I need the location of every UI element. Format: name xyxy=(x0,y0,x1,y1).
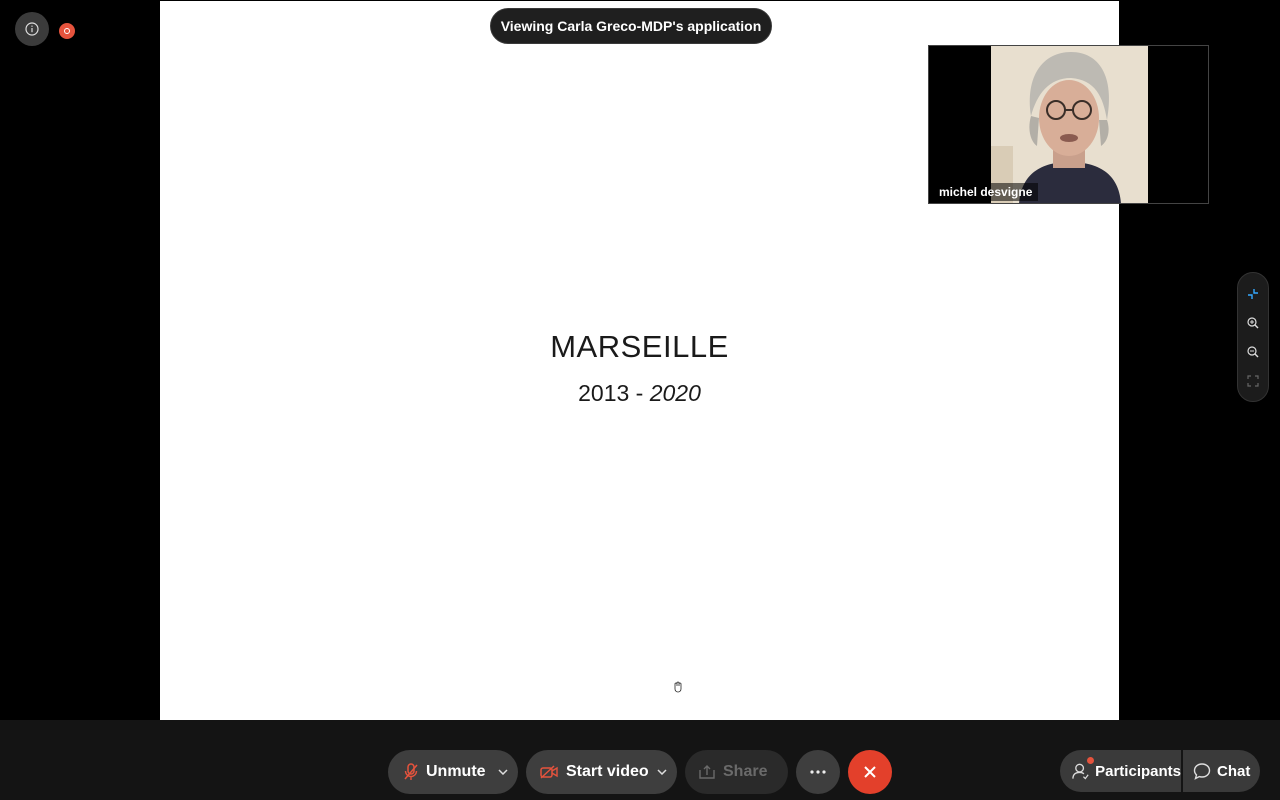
participant-name-label: michel desvigne xyxy=(933,183,1039,201)
participants-notification-badge xyxy=(1087,757,1094,764)
zoom-in-button[interactable] xyxy=(1242,312,1264,334)
participant-video-feed xyxy=(991,46,1148,203)
viewing-banner-text: Viewing Carla Greco-MDP's application xyxy=(500,18,762,34)
zoom-out-button[interactable] xyxy=(1242,341,1264,363)
participant-portrait xyxy=(991,46,1148,203)
more-options-button[interactable] xyxy=(796,750,840,794)
participants-icon xyxy=(1072,763,1089,780)
start-video-label: Start video xyxy=(566,763,649,780)
zoom-out-icon xyxy=(1247,345,1259,357)
info-button[interactable] xyxy=(15,12,49,46)
more-icon xyxy=(810,770,826,774)
participants-label: Participants xyxy=(1095,762,1181,780)
close-icon xyxy=(864,766,876,778)
chevron-down-icon xyxy=(657,769,667,775)
recording-indicator[interactable] xyxy=(59,23,75,39)
leave-meeting-button[interactable] xyxy=(848,750,892,794)
chat-icon xyxy=(1193,763,1211,780)
participant-video-tile[interactable]: michel desvigne xyxy=(928,45,1209,204)
chevron-down-icon xyxy=(498,769,508,775)
unmute-options-chevron[interactable] xyxy=(498,750,508,794)
fit-screen-icon xyxy=(1247,374,1259,387)
share-label: Share xyxy=(723,763,768,780)
chat-button[interactable]: Chat xyxy=(1183,750,1260,792)
camera-off-icon xyxy=(540,765,558,779)
participants-button[interactable]: Participants xyxy=(1060,750,1181,792)
video-options-chevron[interactable] xyxy=(657,750,667,794)
zoom-in-icon xyxy=(1247,316,1259,328)
viewing-banner: Viewing Carla Greco-MDP's application xyxy=(490,8,772,44)
chat-label: Chat xyxy=(1217,762,1251,780)
hand-cursor-icon xyxy=(674,681,682,693)
fit-screen-button[interactable] xyxy=(1242,370,1264,392)
start-video-button[interactable]: Start video xyxy=(526,750,677,794)
unmute-button[interactable]: Unmute xyxy=(388,750,518,794)
zoom-controls xyxy=(1237,272,1269,402)
slide-title: MARSEILLE xyxy=(550,329,729,364)
exit-fullscreen-icon xyxy=(1248,288,1258,299)
share-button[interactable]: Share xyxy=(685,750,788,794)
slide-years-end: 2020 xyxy=(649,380,701,406)
slide-years: 2013 - 2020 xyxy=(160,380,1119,407)
unmute-label: Unmute xyxy=(426,763,486,780)
slide-years-start: 2013 - xyxy=(578,380,644,406)
toolbar-divider xyxy=(0,720,1280,742)
shared-screen-area: MARSEILLE 2013 - 2020 Viewing Carla Grec… xyxy=(0,0,1280,720)
info-icon xyxy=(25,22,39,36)
mic-muted-icon xyxy=(404,763,418,780)
share-icon xyxy=(699,765,715,779)
recording-icon xyxy=(64,28,70,34)
exit-fullscreen-button[interactable] xyxy=(1242,283,1264,305)
